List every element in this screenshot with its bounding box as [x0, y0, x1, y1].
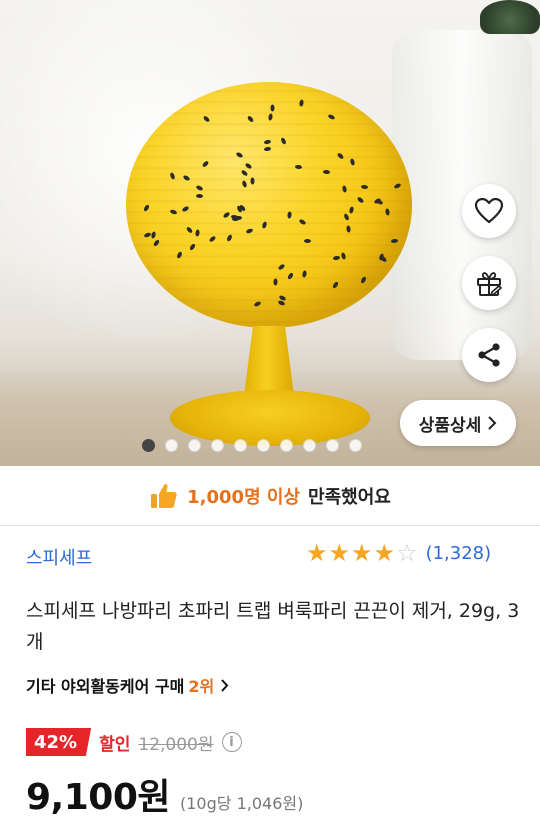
product-detail-button[interactable]: 상품상세 [400, 400, 516, 446]
brand-link[interactable]: 스피세프 [26, 544, 92, 570]
category-rank: 2위 [188, 677, 215, 696]
category-prefix: 기타 야외활동케어 구매 [26, 677, 185, 696]
satisfaction-count: 1,000명 이상 [187, 486, 301, 508]
product-title: 스피세프 나방파리 초파리 트랩 벼룩파리 끈끈이 제거, 29g, 3개 [26, 600, 520, 653]
fly-speck [322, 169, 331, 175]
rating-summary[interactable]: ★ ★ ★ ★ ☆ (1,328) [306, 541, 491, 565]
info-icon[interactable]: i [221, 732, 242, 752]
gift-button[interactable] [462, 256, 516, 310]
share-icon [478, 343, 500, 367]
fly-speck [195, 193, 204, 199]
unit-price: (10g당 1,046원) [180, 794, 304, 813]
carousel-dot[interactable] [142, 439, 155, 452]
trap-stand-base [170, 390, 370, 446]
carousel-dot[interactable] [188, 439, 201, 452]
discount-row: 42% 할인 12,000원 i [26, 728, 242, 756]
product-image-carousel[interactable]: 상품상세 [0, 0, 540, 466]
carousel-dot[interactable] [303, 439, 316, 452]
carousel-dot[interactable] [234, 439, 247, 452]
share-button[interactable] [462, 328, 516, 382]
thumbs-up-icon [151, 483, 177, 508]
chevron-right-icon [221, 678, 229, 692]
fly-speck [250, 177, 255, 185]
carousel-dot[interactable] [211, 439, 224, 452]
star-filled-icon: ★ [373, 539, 396, 567]
star-filled-icon: ★ [306, 539, 328, 567]
satisfaction-text: 만족했어요 [308, 486, 391, 508]
carousel-dot[interactable] [326, 439, 339, 452]
heart-icon [475, 198, 503, 224]
trap-stand-stem [244, 326, 294, 396]
carousel-dot[interactable] [257, 439, 270, 452]
sale-price: 9,100원 [26, 777, 171, 818]
fly-speck [270, 104, 275, 112]
wishlist-button[interactable] [462, 184, 516, 238]
price-row: 9,100원 (10g당 1,046원) [26, 768, 303, 820]
star-empty-icon: ☆ [396, 539, 418, 567]
discount-badge: 42% [26, 728, 92, 756]
carousel-dot[interactable] [280, 439, 293, 452]
carousel-dot[interactable] [349, 439, 362, 452]
star-filled-icon: ★ [328, 539, 351, 567]
carousel-pagination [142, 439, 362, 452]
original-price: 12,000원 [138, 734, 214, 755]
background-plant [480, 0, 540, 34]
satisfaction-banner: 1,000명 이상 만족했어요 [0, 466, 540, 526]
star-filled-icon: ★ [351, 539, 373, 567]
category-rank-link[interactable]: 기타 야외활동케어 구매 2위 [26, 673, 229, 697]
chevron-right-icon [488, 416, 497, 430]
carousel-dot[interactable] [165, 439, 178, 452]
gift-icon [477, 272, 503, 297]
fly-speck [304, 239, 311, 243]
rating-stars: ★ ★ ★ ★ ☆ [306, 541, 418, 565]
review-count[interactable]: (1,328) [426, 543, 492, 564]
product-detail-label: 상품상세 [418, 415, 482, 436]
sale-label: 할인 [99, 734, 131, 755]
